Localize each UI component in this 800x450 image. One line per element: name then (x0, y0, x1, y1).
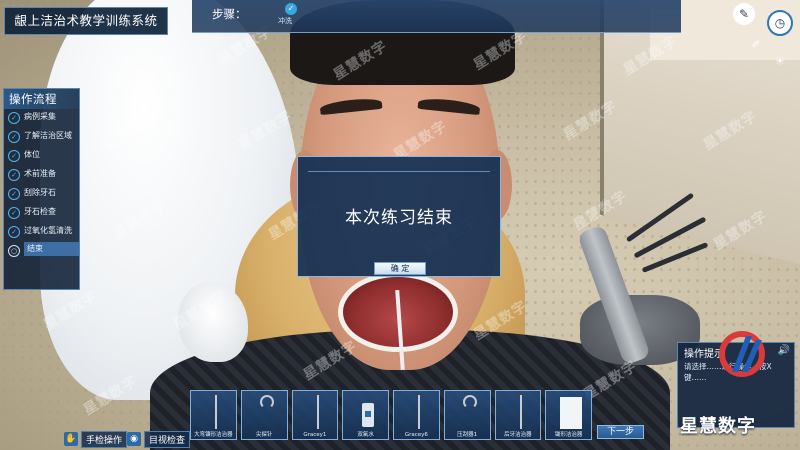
procedure-item-label: 牙石检查 (24, 207, 56, 216)
procedure-title: 操作流程 (4, 89, 79, 109)
timer-icon[interactable]: ◷ (767, 10, 793, 36)
tray-slot[interactable]: 双氧水 (342, 390, 389, 440)
check-icon: ✓ (8, 188, 20, 200)
tray-slot[interactable]: 压刮器1 (443, 390, 491, 440)
check-icon: ✓ (8, 226, 20, 238)
hand-check-label: 手检操作 (81, 430, 128, 448)
procedure-item-label: 体位 (24, 150, 40, 159)
app-title: 龈上洁治术教学训练系统 (4, 7, 168, 35)
procedure-item-label: 术前准备 (24, 169, 56, 178)
tray-slot[interactable]: Gracey6 (393, 390, 440, 440)
procedure-item[interactable]: ✓ 了解洁治区域 (4, 128, 79, 147)
tray-slot-label: 大弯镰形洁治器 (194, 432, 233, 438)
dialog-message: 本次练习结束 (345, 208, 453, 228)
tray-slot[interactable]: 大弯镰形洁治器 (190, 390, 237, 440)
tray-slot-label: 尖探针 (255, 432, 273, 438)
probe-icon (259, 395, 274, 409)
bottle-icon (362, 403, 375, 427)
steps-bar: 步骤： ✓ 冲洗 (192, 0, 681, 33)
handpiece (633, 216, 707, 259)
procedure-item[interactable]: ✓ 刮除牙石 (4, 185, 79, 204)
brush-icon[interactable]: ✐ (749, 37, 763, 51)
procedure-item-label: 过氧化氢清洗 (24, 226, 72, 235)
next-step-button[interactable]: 下一步 (597, 425, 644, 439)
tray-slot[interactable]: 尖探针 (240, 390, 288, 440)
brand-name: 星慧数字 (680, 416, 756, 437)
instrument-tray: 大弯镰形洁治器 尖探针 Gracey1 双氧水 Gracey6 压刮器1 后牙洁治器 锄形洁治… (190, 390, 592, 442)
steps-label: 步骤： (212, 7, 247, 21)
procedure-item[interactable]: ✓ 牙石检查 (4, 204, 79, 223)
tray-slot-label: 锄形洁治器 (554, 432, 583, 438)
hand-icon: ✋ (64, 432, 78, 446)
tray-slot-label: Gracey1 (303, 432, 327, 438)
check-icon: ✓ (8, 150, 20, 162)
check-icon: ✓ (8, 169, 20, 181)
hand-check-button[interactable]: ✋ 手检操作 (64, 430, 128, 448)
tray-slot[interactable]: 后牙洁治器 (494, 390, 542, 440)
procedure-item-label: 刮除牙石 (24, 188, 56, 197)
current-step: 冲洗 (278, 17, 292, 25)
sickle-scaler-icon (215, 395, 217, 429)
lamp-icon[interactable]: ☀ (771, 52, 789, 70)
hoe-scaler-icon (560, 397, 583, 429)
procedure-item[interactable]: ✓ 过氧化氢清洗 (4, 223, 79, 242)
check-icon: ✓ (8, 207, 20, 219)
dialog-divider (308, 171, 490, 172)
curette-icon (316, 395, 319, 429)
visual-check-label: 目视检查 (144, 430, 191, 448)
procedure-item[interactable]: ✓ 术前准备 (4, 166, 79, 185)
sound-icon[interactable]: 🔊 (778, 345, 790, 356)
tray-slot-label: Gracey6 (404, 432, 428, 438)
procedure-item[interactable]: ○ 结束 (4, 242, 79, 261)
curette-icon (418, 395, 420, 429)
procedure-panel: 操作流程 ✓ 病例采集 ✓ 了解洁治区域 ✓ 体位 ✓ 术前准备 ✓ 刮除牙石 ✓ 牙石检查 ✓ 过氧化氢… (3, 88, 80, 290)
pending-icon: ○ (8, 245, 20, 257)
tray-slot[interactable]: 锄形洁治器 (545, 390, 592, 440)
procedure-item[interactable]: ✓ 病例采集 (4, 109, 79, 128)
end-dialog: 本次练习结束 确 定 (297, 156, 501, 277)
procedure-item-label: 病例采集 (24, 112, 56, 121)
eye-icon: ◉ (127, 432, 141, 446)
scaler-icon (519, 395, 522, 429)
confirm-button[interactable]: 确 定 (374, 262, 426, 275)
handpiece (625, 192, 695, 243)
tools-icon[interactable]: ✎ (733, 3, 755, 25)
tray-slot-label: 双氧水 (357, 432, 374, 438)
procedure-item[interactable]: ✓ 体位 (4, 147, 79, 166)
check-icon: ✓ (8, 112, 20, 124)
scraper-icon (462, 395, 477, 409)
procedure-item-label: 了解洁治区域 (24, 131, 72, 140)
step-check-icon: ✓ (285, 3, 297, 15)
check-icon: ✓ (8, 131, 20, 143)
tray-slot-label: 后牙洁治器 (504, 432, 532, 438)
procedure-list: ✓ 病例采集 ✓ 了解洁治区域 ✓ 体位 ✓ 术前准备 ✓ 刮除牙石 ✓ 牙石检查 ✓ 过氧化氢清洗 ○ 结束 (4, 109, 79, 261)
tray-slot-label: 压刮器1 (457, 432, 478, 438)
procedure-item-label: 结束 (24, 242, 79, 256)
visual-check-button[interactable]: ◉ 目视检查 (127, 430, 191, 448)
brand-logo-icon (719, 331, 765, 377)
tray-slot[interactable]: Gracey1 (291, 390, 339, 440)
